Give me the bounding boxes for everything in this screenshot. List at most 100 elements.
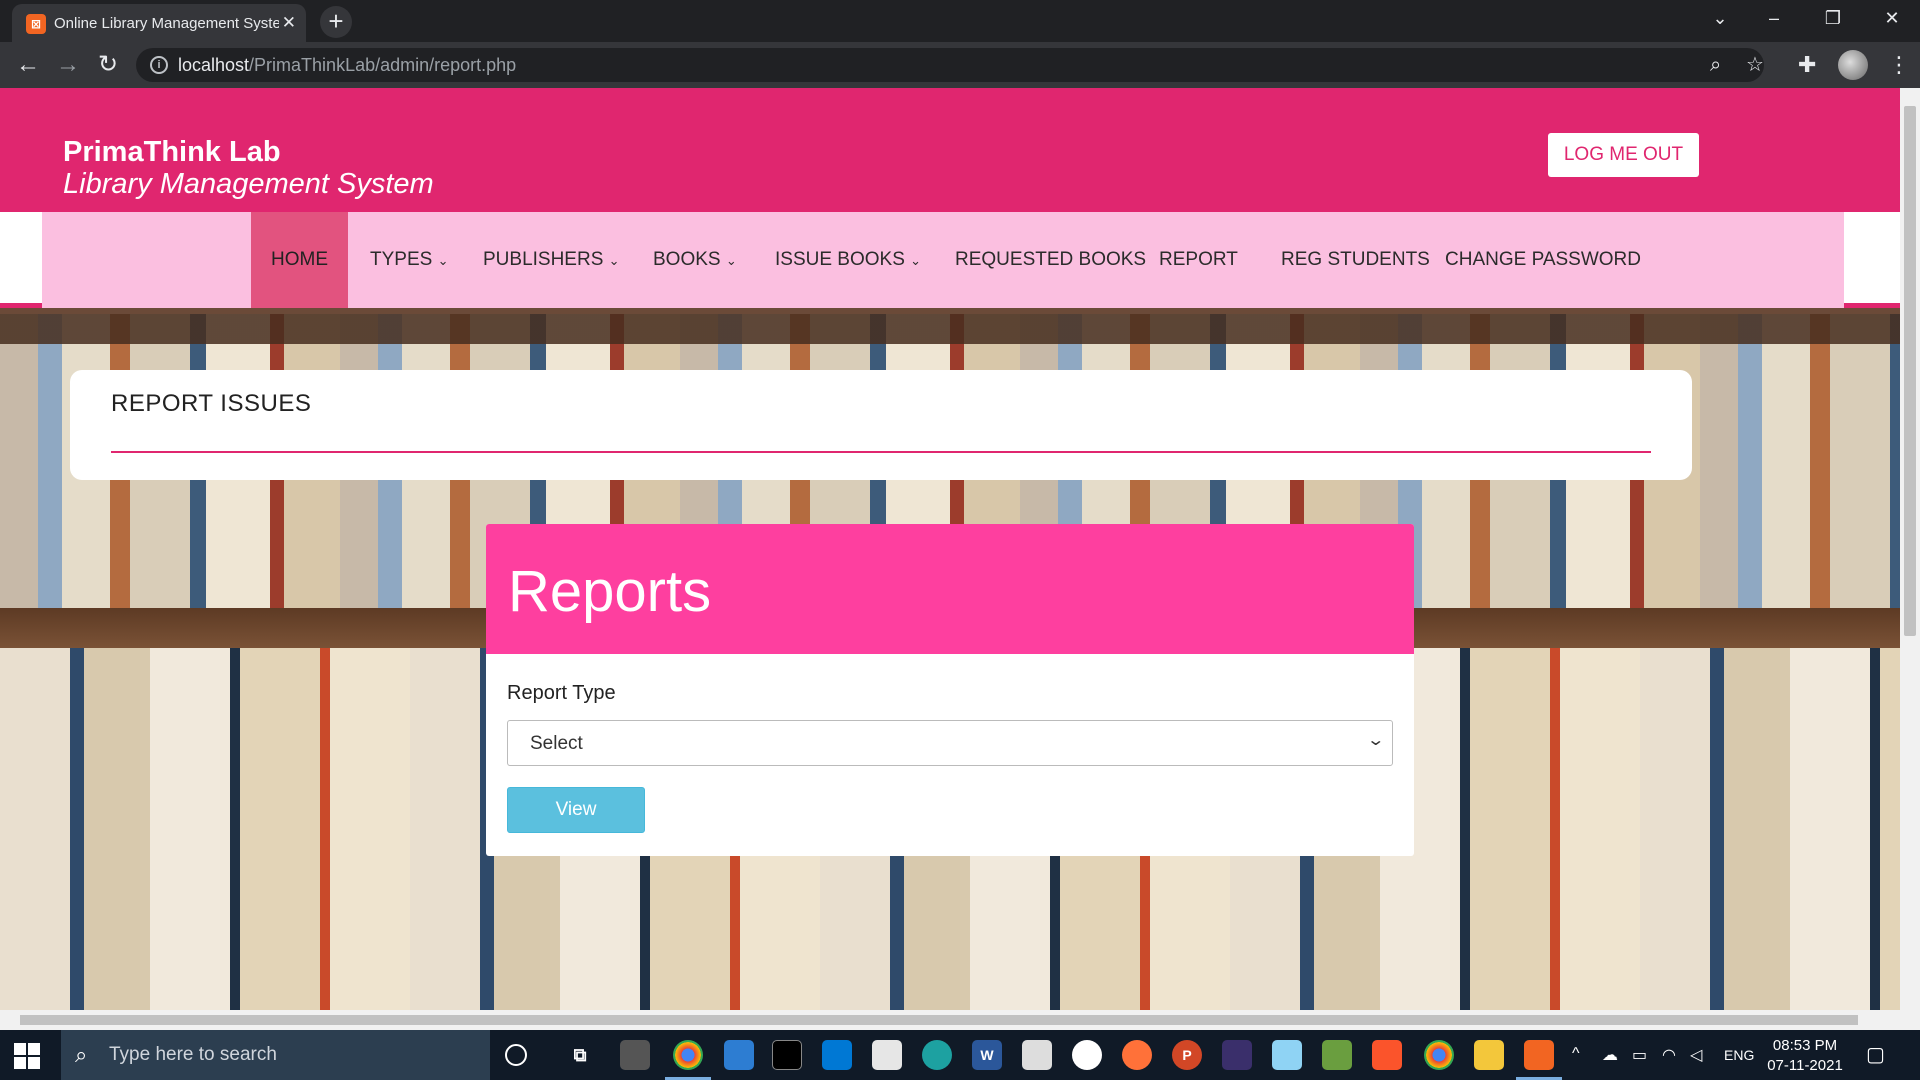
vscode-icon[interactable] xyxy=(822,1040,852,1070)
wifi-icon[interactable]: ◠ xyxy=(1662,1045,1676,1065)
nav-issue-books-label: ISSUE BOOKS xyxy=(775,249,905,270)
url-text[interactable]: localhost/PrimaThinkLab/admin/report.php xyxy=(178,55,516,76)
profile-avatar[interactable] xyxy=(1838,50,1868,80)
chevron-down-icon: ⌄ xyxy=(608,253,620,268)
reports-title: Reports xyxy=(508,559,712,624)
nav-publishers-label: PUBLISHERS xyxy=(483,249,604,270)
bookmark-star-icon[interactable]: ☆ xyxy=(1746,52,1764,77)
sheet-app-icon[interactable] xyxy=(1322,1040,1352,1070)
nav-reg-students[interactable]: REG STUDENTS xyxy=(1261,212,1450,308)
notification-center-icon[interactable]: ▢ xyxy=(1866,1042,1885,1067)
firefox-icon[interactable] xyxy=(1122,1040,1152,1070)
taskbar-search-box[interactable]: ⌕ Type here to search xyxy=(61,1030,490,1080)
browser-tab-bar: ⊠ Online Library Management System ✕ + ⌄… xyxy=(0,0,1920,42)
sql-app-icon[interactable] xyxy=(620,1040,650,1070)
search-icon: ⌕ xyxy=(75,1042,88,1067)
language-indicator[interactable]: ENG xyxy=(1724,1047,1754,1063)
nav-requested-books-label: REQUESTED BOOKS xyxy=(955,249,1147,270)
brand-name: PrimaThink Lab xyxy=(63,136,281,168)
nav-issue-books[interactable]: ISSUE BOOKS ⌄ xyxy=(755,212,941,308)
nav-books-label: BOOKS xyxy=(653,249,721,270)
reports-panel-header: Reports xyxy=(486,524,1414,654)
system-clock[interactable]: 08:53 PM 07-11-2021 xyxy=(1760,1036,1850,1076)
horizontal-scroll-thumb[interactable] xyxy=(20,1015,1858,1025)
nav-change-password-label: CHANGE PASSWORD xyxy=(1445,249,1642,270)
edge-icon[interactable] xyxy=(922,1040,952,1070)
zoom-icon[interactable]: ⌕ xyxy=(1710,54,1721,77)
main-nav-wrapper: HOME TYPES ⌄ PUBLISHERS ⌄ BOOKS ⌄ ISSUE … xyxy=(0,212,1900,308)
xampp-icon: ⊠ xyxy=(26,14,46,34)
powerpoint-icon[interactable]: P xyxy=(1172,1040,1202,1070)
windows-taskbar: ⌕ Type here to search ⧉ W P ^ ☁ ▭ ◠ ◁ EN… xyxy=(0,1030,1920,1080)
nav-report-label: REPORT xyxy=(1159,249,1238,270)
chrome-profile-icon[interactable] xyxy=(1424,1040,1454,1070)
view-button[interactable]: View xyxy=(507,787,645,833)
title-divider xyxy=(111,451,1651,453)
tab-title: Online Library Management System xyxy=(54,15,279,32)
clock-time: 08:53 PM xyxy=(1772,1037,1838,1054)
brave-icon[interactable] xyxy=(1372,1040,1402,1070)
site-info-icon[interactable]: i xyxy=(150,56,168,74)
page-viewport: PrimaThink Lab Library Management System… xyxy=(0,88,1900,1010)
chevron-down-icon: ⌄ xyxy=(910,253,922,268)
close-tab-icon[interactable]: ✕ xyxy=(282,13,296,33)
nav-home-label: HOME xyxy=(271,249,328,270)
forward-arrow-icon[interactable]: → xyxy=(52,51,84,79)
section-header-card: REPORT ISSUES xyxy=(70,370,1692,480)
file-explorer-icon[interactable] xyxy=(1474,1040,1504,1070)
windows-start-icon[interactable] xyxy=(14,1043,40,1069)
nav-publishers[interactable]: PUBLISHERS ⌄ xyxy=(463,212,640,308)
report-type-value: Select xyxy=(530,733,583,754)
chevron-down-icon: ⌄ xyxy=(725,253,737,268)
minimize-icon[interactable]: – xyxy=(1754,8,1794,29)
logout-button[interactable]: LOG ME OUT xyxy=(1548,133,1699,177)
url-path: /PrimaThinkLab/admin/report.php xyxy=(249,55,517,75)
menu-kebab-icon[interactable]: ⋮ xyxy=(1888,52,1910,78)
back-arrow-icon[interactable]: ← xyxy=(12,51,44,79)
new-tab-button[interactable]: + xyxy=(320,6,352,38)
word-icon[interactable]: W xyxy=(972,1040,1002,1070)
remote-desktop-icon[interactable] xyxy=(724,1040,754,1070)
cortana-icon[interactable] xyxy=(505,1044,527,1066)
extensions-icon[interactable]: ✚ xyxy=(1798,52,1816,78)
restore-icon[interactable]: ❐ xyxy=(1813,8,1853,29)
tab-search-icon[interactable]: ⌄ xyxy=(1700,8,1740,29)
chrome-icon[interactable] xyxy=(673,1040,703,1070)
clock-date: 07-11-2021 xyxy=(1767,1057,1843,1074)
reload-icon[interactable]: ↻ xyxy=(92,51,124,79)
horizontal-scrollbar[interactable] xyxy=(0,1010,1920,1030)
tray-chevron-icon[interactable]: ^ xyxy=(1572,1045,1580,1063)
browser-tab[interactable]: ⊠ Online Library Management System ✕ xyxy=(12,4,306,42)
url-host: localhost xyxy=(178,55,250,75)
nav-reg-students-label: REG STUDENTS xyxy=(1281,249,1430,270)
chevron-down-icon: ⌄ xyxy=(437,253,449,268)
vertical-scroll-thumb[interactable] xyxy=(1904,106,1916,636)
address-bar[interactable]: i localhost/PrimaThinkLab/admin/report.p… xyxy=(136,48,1764,82)
nav-home[interactable]: HOME xyxy=(251,212,348,308)
taskbar-search-placeholder: Type here to search xyxy=(109,1044,277,1065)
brand-tagline: Library Management System xyxy=(63,168,434,200)
nav-types[interactable]: TYPES ⌄ xyxy=(350,212,469,308)
site-header: PrimaThink Lab Library Management System… xyxy=(0,88,1900,212)
nav-books[interactable]: BOOKS ⌄ xyxy=(633,212,757,308)
notepad-icon[interactable] xyxy=(872,1040,902,1070)
reports-panel: Reports Report Type Select ⌄ View xyxy=(486,524,1414,856)
nav-change-password[interactable]: CHANGE PASSWORD xyxy=(1425,212,1661,308)
terminal-icon[interactable] xyxy=(772,1040,802,1070)
report-type-select[interactable]: Select ⌄ xyxy=(507,720,1393,766)
volume-icon[interactable]: ◁ xyxy=(1690,1045,1702,1065)
amazon-music-icon[interactable] xyxy=(1222,1040,1252,1070)
nav-requested-books[interactable]: REQUESTED BOOKS xyxy=(935,212,1166,308)
nav-report[interactable]: REPORT xyxy=(1139,212,1258,308)
browser-toolbar: ← → ↻ i localhost/PrimaThinkLab/admin/re… xyxy=(0,42,1920,88)
nav-types-label: TYPES xyxy=(370,249,433,270)
camera-icon[interactable] xyxy=(1022,1040,1052,1070)
xampp-taskbar-icon[interactable] xyxy=(1524,1040,1554,1070)
onedrive-icon[interactable]: ☁ xyxy=(1602,1045,1618,1065)
app-circle-icon[interactable] xyxy=(1072,1040,1102,1070)
app-icon[interactable] xyxy=(1272,1040,1302,1070)
vertical-scrollbar[interactable] xyxy=(1900,88,1920,1010)
task-view-icon[interactable]: ⧉ xyxy=(565,1040,595,1070)
window-close-icon[interactable]: ✕ xyxy=(1872,8,1912,29)
battery-icon[interactable]: ▭ xyxy=(1632,1045,1647,1065)
